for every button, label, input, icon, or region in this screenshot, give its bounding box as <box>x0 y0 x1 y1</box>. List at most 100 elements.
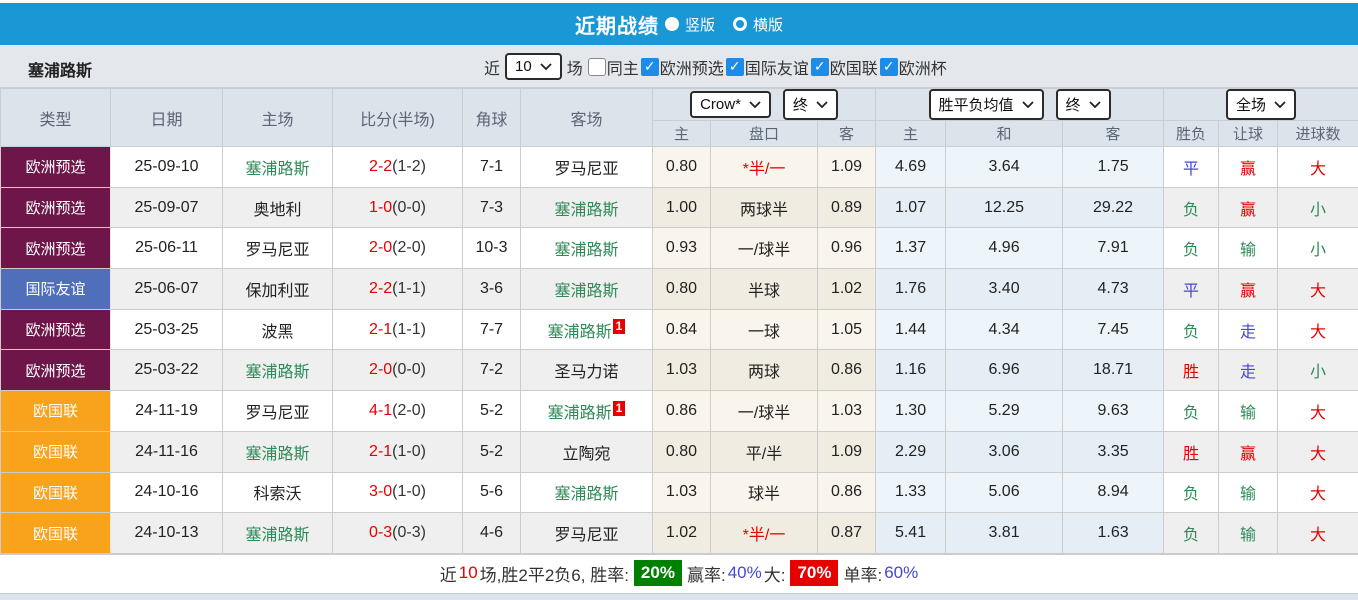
away-team-link[interactable]: 塞浦路斯 <box>554 486 618 503</box>
avg-time-select[interactable]: 终 <box>1055 89 1111 120</box>
stat-text: 赢率: <box>686 565 726 585</box>
away-team-link[interactable]: 塞浦路斯 <box>548 324 612 341</box>
subcol-result-handicap: 让球 <box>1218 120 1279 147</box>
handicap-line: 一/球半 <box>710 390 818 432</box>
stat-text: 单率: <box>843 565 883 585</box>
away-team-link[interactable]: 立陶宛 <box>562 446 610 463</box>
bottom-strip <box>0 592 1358 600</box>
filter-label[interactable]: 欧国联 <box>830 55 878 79</box>
avg-draw-odds: 3.81 <box>945 512 1064 554</box>
red-card-badge: 1 <box>612 400 626 416</box>
home-team-link[interactable]: 塞浦路斯 <box>245 446 309 463</box>
away-team-link[interactable]: 塞浦路斯 <box>548 405 612 422</box>
filter-item: ✓ 国际友谊 <box>725 55 809 79</box>
radio-horizontal-layout[interactable]: 横版 <box>733 14 783 35</box>
result-wdl: 负 <box>1163 227 1220 270</box>
home-team-link[interactable]: 塞浦路斯 <box>245 364 309 381</box>
checkbox-unchecked-icon[interactable] <box>587 57 606 76</box>
away-team-link[interactable]: 塞浦路斯 <box>554 283 618 300</box>
home-team-link[interactable]: 奥地利 <box>253 202 301 219</box>
odds-company-select[interactable]: Crow* <box>690 91 771 118</box>
checkbox-checked-icon[interactable]: ✓ <box>640 57 659 76</box>
away-team-cell: 塞浦路斯 1 <box>520 390 653 432</box>
filter-label[interactable]: 同主 <box>607 55 639 79</box>
home-odds: 0.84 <box>652 308 711 351</box>
home-team-link[interactable]: 罗马尼亚 <box>245 242 309 259</box>
filter-label[interactable]: 国际友谊 <box>745 55 809 79</box>
away-team-link[interactable]: 罗马尼亚 <box>554 527 618 544</box>
filter-label[interactable]: 欧洲预选 <box>660 55 724 79</box>
avg-draw-odds: 3.06 <box>945 430 1064 473</box>
recent-label: 近 <box>484 60 501 78</box>
away-team-cell: 罗马尼亚 <box>520 512 653 554</box>
stat-text: 大: <box>763 565 786 585</box>
home-team-link[interactable]: 科索沃 <box>253 486 301 503</box>
result-goals: 小 <box>1277 349 1358 392</box>
away-team-link[interactable]: 塞浦路斯 <box>554 202 618 219</box>
home-team-link[interactable]: 塞浦路斯 <box>245 527 309 544</box>
result-handicap: 走 <box>1218 349 1279 392</box>
home-team-link[interactable]: 波黑 <box>261 324 293 341</box>
avg-odds-value: 胜平负均值 <box>938 97 1014 114</box>
stat-text: 40% <box>727 563 762 583</box>
result-wdl: 负 <box>1163 186 1220 229</box>
filter-label[interactable]: 欧洲杯 <box>899 55 947 79</box>
col-header-score: 比分(半场) <box>332 88 463 147</box>
home-odds: 1.03 <box>652 349 711 392</box>
away-team-link[interactable]: 塞浦路斯 <box>554 242 618 259</box>
subcol-avg-win: 主 <box>875 120 947 147</box>
result-goals: 大 <box>1277 471 1358 514</box>
home-team-link[interactable]: 保加利亚 <box>245 283 309 300</box>
col-header-date: 日期 <box>110 88 223 147</box>
half-time-score: (1-0) <box>392 483 426 501</box>
competition-type-cell: 欧洲预选 <box>0 186 111 229</box>
avg-lose-odds: 9.63 <box>1062 390 1165 432</box>
home-team-cell: 奥地利 <box>222 186 333 229</box>
away-odds: 0.89 <box>816 186 877 229</box>
home-odds: 0.80 <box>652 146 711 188</box>
result-handicap: 输 <box>1218 471 1279 514</box>
radio-selected-icon[interactable] <box>664 17 679 31</box>
away-team-cell: 塞浦路斯 <box>520 227 653 270</box>
home-team-link[interactable]: 塞浦路斯 <box>245 161 309 178</box>
layout-radio-group: 竖版 横版 <box>664 14 783 35</box>
radio-unselected-icon[interactable] <box>733 17 747 31</box>
home-team-cell: 波黑 <box>222 308 333 351</box>
avg-odds-select[interactable]: 胜平负均值 <box>928 89 1044 120</box>
match-date: 25-09-07 <box>110 186 223 229</box>
odds-time-select[interactable]: 终 <box>782 89 838 120</box>
score-cell: 0-3(0-3) <box>332 512 463 554</box>
top-bar: 近期战绩 竖版 横版 <box>0 3 1358 45</box>
radio-vertical-label[interactable]: 竖版 <box>685 14 715 35</box>
table-header-row: 类型 日期 主场 比分(半场) 角球 客场 Crow* 终 胜平负均值 终 全场 <box>0 88 1358 147</box>
avg-time-value: 终 <box>1065 97 1081 114</box>
full-time-score: 2-1 <box>369 320 393 338</box>
scope-header: 全场 <box>1163 88 1358 121</box>
stat-chip: 70% <box>790 560 839 587</box>
checkbox-checked-icon[interactable]: ✓ <box>879 57 898 76</box>
radio-vertical-layout[interactable]: 竖版 <box>664 14 715 35</box>
home-team-link[interactable]: 罗马尼亚 <box>245 405 309 422</box>
match-date: 24-10-13 <box>110 512 223 554</box>
match-scope-select[interactable]: 全场 <box>1226 89 1297 120</box>
red-card-badge: 1 <box>612 319 626 335</box>
away-team-link[interactable]: 罗马尼亚 <box>554 161 618 178</box>
subcol-odds-away: 客 <box>816 120 877 147</box>
corner-score: 7-3 <box>462 186 521 229</box>
radio-horizontal-label[interactable]: 横版 <box>753 14 783 35</box>
result-wdl: 负 <box>1163 308 1220 351</box>
checkbox-checked-icon[interactable]: ✓ <box>725 57 744 76</box>
avg-draw-odds: 4.96 <box>945 227 1064 270</box>
avg-lose-odds: 8.94 <box>1062 471 1165 514</box>
chevron-down-icon <box>540 63 552 70</box>
match-date: 25-03-22 <box>110 349 223 392</box>
table-row: 欧国联 24-11-16 塞浦路斯 2-1(1-0) 5-2 立陶宛 0.80 平/半 1.09… <box>0 430 1358 473</box>
odds-time-value: 终 <box>792 97 808 114</box>
result-handicap: 输 <box>1218 512 1279 554</box>
away-team-link[interactable]: 圣马力诺 <box>554 364 618 381</box>
away-team-cell: 塞浦路斯 <box>520 268 653 310</box>
recent-count-select[interactable]: 10 <box>505 53 562 80</box>
checkbox-checked-icon[interactable]: ✓ <box>810 57 829 76</box>
avg-win-odds: 1.33 <box>875 471 947 514</box>
results-tbody: 欧洲预选 25-09-10 塞浦路斯 2-2(1-2) 7-1 罗马尼亚 0.80 *半/一 1… <box>0 146 1358 554</box>
